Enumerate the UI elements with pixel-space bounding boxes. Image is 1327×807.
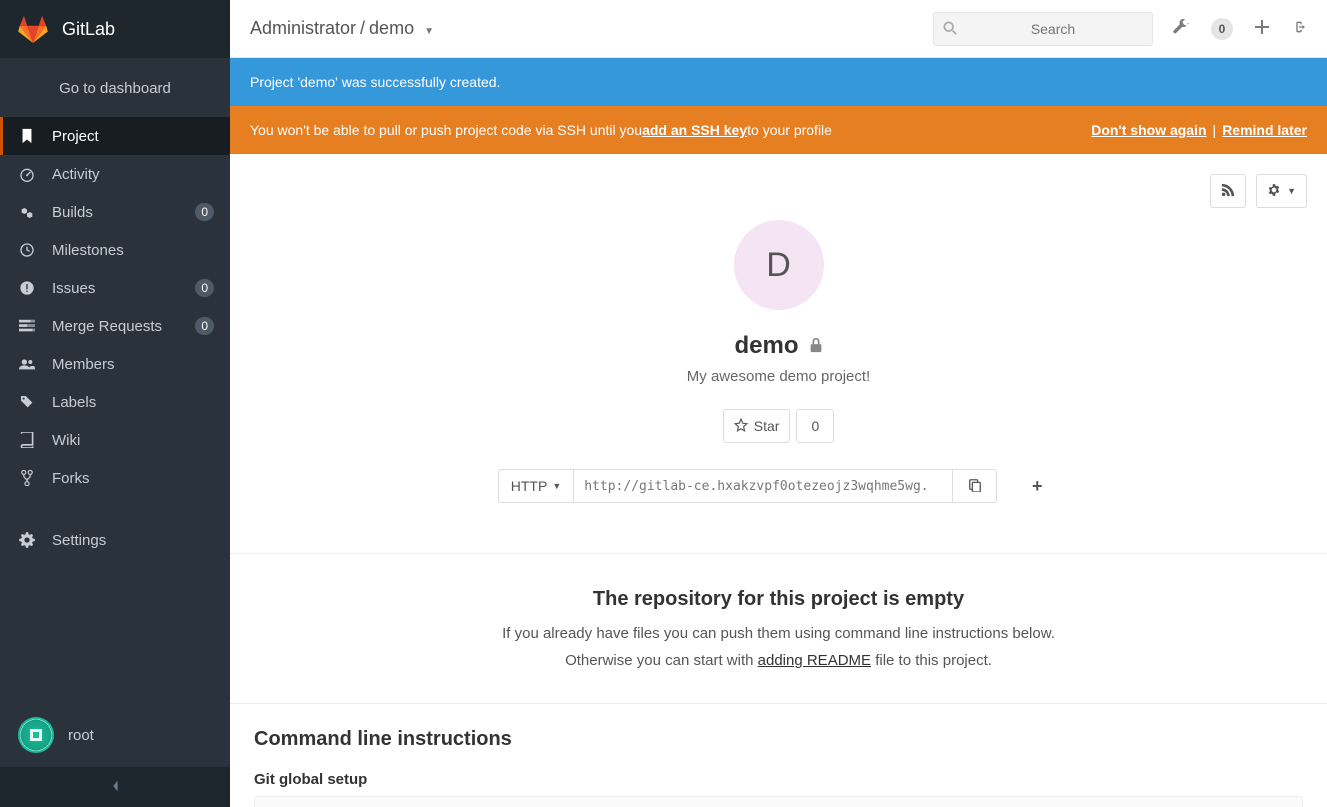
tasks-icon [18, 318, 36, 334]
brand-name: GitLab [62, 19, 115, 40]
add-readme-link[interactable]: adding README [758, 652, 871, 669]
collapse-sidebar-button[interactable] [0, 767, 230, 807]
sign-out-icon [1291, 19, 1307, 38]
cogs-icon [18, 532, 36, 548]
tags-icon [18, 394, 36, 410]
add-button[interactable]: + [1015, 469, 1059, 503]
dismiss-ssh-link[interactable]: Don't show again [1091, 122, 1206, 138]
rss-icon [1221, 183, 1235, 200]
count-badge: 0 [195, 317, 214, 335]
copy-icon [968, 478, 982, 495]
gitlab-logo-icon [18, 15, 48, 43]
sidebar-item-merge-requests[interactable]: Merge Requests 0 [0, 307, 230, 345]
go-to-dashboard-link[interactable]: Go to dashboard [0, 58, 230, 117]
star-button[interactable]: Star [723, 409, 791, 443]
sidebar-item-label: Activity [52, 166, 100, 183]
clone-protocol-dropdown[interactable]: HTTP ▼ [498, 469, 573, 503]
copy-url-button[interactable] [953, 469, 997, 503]
exclaim-icon [18, 280, 36, 296]
project-description: My awesome demo project! [250, 368, 1307, 385]
sidebar-item-settings[interactable]: Settings [0, 521, 230, 559]
sidebar-item-label: Members [52, 356, 115, 373]
sign-out-button[interactable] [1291, 19, 1307, 38]
gear-icon [1267, 183, 1281, 200]
cli-codeblock[interactable] [254, 796, 1303, 807]
flash-success: Project 'demo' was successfully created. [230, 58, 1327, 106]
clone-url-input[interactable] [573, 469, 953, 503]
sidebar-item-label: Merge Requests [52, 318, 162, 335]
sidebar-item-label: Forks [52, 470, 90, 487]
todos-count: 0 [1211, 18, 1233, 40]
breadcrumb-owner[interactable]: Administrator [250, 18, 356, 39]
cubes-icon [18, 204, 36, 220]
sidebar-item-forks[interactable]: Forks [0, 459, 230, 497]
search-input[interactable] [933, 12, 1153, 46]
sidebar-item-issues[interactable]: Issues 0 [0, 269, 230, 307]
chevron-down-icon: ▼ [552, 481, 561, 491]
search-icon [943, 21, 957, 38]
search-box [933, 12, 1153, 46]
star-count: 0 [796, 409, 834, 443]
header-actions: 0 [1173, 18, 1307, 40]
book-icon [18, 432, 36, 448]
page-header: Administrator / demo ▼ 0 [230, 0, 1327, 58]
sidebar-item-members[interactable]: Members [0, 345, 230, 383]
lock-icon [809, 332, 823, 360]
empty-repo-title: The repository for this project is empty [250, 588, 1307, 611]
sidebar-item-milestones[interactable]: Milestones [0, 231, 230, 269]
sidebar-item-project[interactable]: Project [0, 117, 230, 155]
fork-icon [18, 470, 36, 486]
sidebar-item-label: Wiki [52, 432, 80, 449]
project-name: demo [734, 332, 798, 360]
sidebar-item-builds[interactable]: Builds 0 [0, 193, 230, 231]
admin-button[interactable] [1173, 19, 1189, 38]
cli-heading: Command line instructions [254, 728, 1303, 751]
add-ssh-key-link[interactable]: add an SSH key [642, 122, 747, 138]
chevron-down-icon: ▼ [1287, 186, 1296, 196]
flash-ssh-warning: You won't be able to pull or push projec… [230, 106, 1327, 154]
user-avatar-icon [18, 717, 54, 753]
plus-icon: + [1032, 476, 1043, 497]
sidebar-item-label: Project [52, 128, 99, 145]
users-icon [18, 356, 36, 372]
wrench-icon [1173, 19, 1189, 38]
bookmark-icon [18, 128, 36, 144]
current-user[interactable]: root [0, 703, 230, 767]
project-avatar: D [734, 220, 824, 310]
sidebar-item-activity[interactable]: Activity [0, 155, 230, 193]
sidebar-item-label: Labels [52, 394, 96, 411]
sidebar-item-labels[interactable]: Labels [0, 383, 230, 421]
main-content: Project 'demo' was successfully created.… [230, 58, 1327, 807]
rss-button[interactable] [1210, 174, 1246, 208]
sidebar-item-label: Milestones [52, 242, 124, 259]
remind-later-link[interactable]: Remind later [1222, 122, 1307, 138]
dashboard-icon [18, 166, 36, 182]
count-badge: 0 [195, 203, 214, 221]
empty-repo-text: If you already have files you can push t… [250, 625, 1307, 642]
sidebar: GitLab Go to dashboard Project Activity Bu… [0, 0, 230, 807]
clock-icon [18, 242, 36, 258]
project-settings-button[interactable]: ▼ [1256, 174, 1307, 208]
sidebar-item-wiki[interactable]: Wiki [0, 421, 230, 459]
brand[interactable]: GitLab [0, 0, 230, 58]
new-button[interactable] [1255, 20, 1269, 37]
count-badge: 0 [195, 279, 214, 297]
chevron-left-icon [110, 779, 120, 796]
plus-icon [1255, 20, 1269, 37]
username: root [68, 727, 94, 744]
todos-button[interactable]: 0 [1211, 18, 1233, 40]
project-dropdown-toggle[interactable]: ▼ [424, 26, 434, 37]
breadcrumb-project[interactable]: demo [369, 18, 414, 39]
sidebar-nav: ProjectActivityBuilds0MilestonesIssues0M… [0, 117, 230, 497]
cli-section-heading: Git global setup [254, 771, 1303, 788]
star-icon [734, 418, 748, 435]
breadcrumb: Administrator / demo ▼ [250, 18, 434, 39]
sidebar-item-label: Issues [52, 280, 95, 297]
sidebar-item-label: Settings [52, 532, 106, 549]
sidebar-item-label: Builds [52, 204, 93, 221]
